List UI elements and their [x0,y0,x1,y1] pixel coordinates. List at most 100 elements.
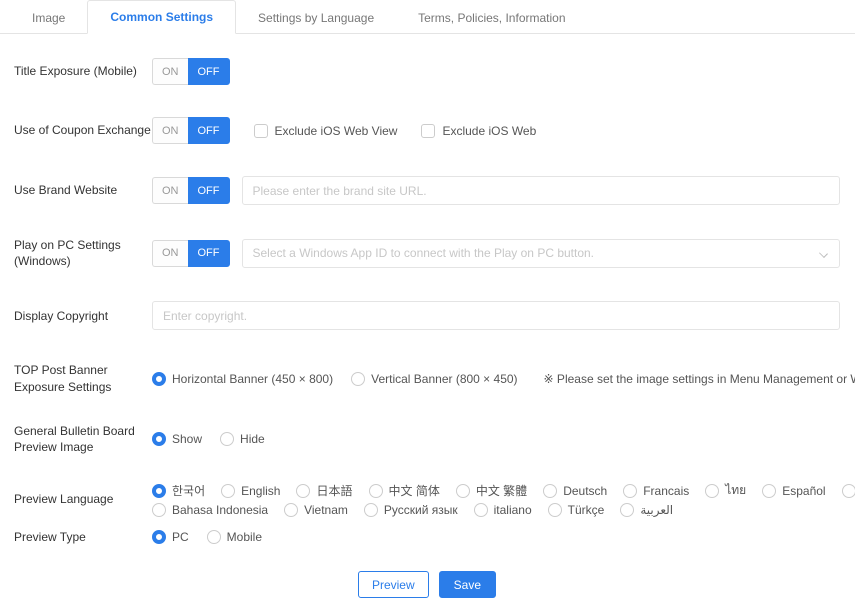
language-radio-german[interactable]: Deutsch [543,484,607,498]
tab-image[interactable]: Image [10,2,87,34]
mobile-radio[interactable]: Mobile [207,530,262,544]
radio-label: 中文 简体 [389,482,440,499]
language-radio-french[interactable]: Francais [623,484,689,498]
radio-unselected-icon [296,484,310,498]
radio-selected-icon [152,432,166,446]
toggle-on-button[interactable]: ON [152,177,188,204]
radio-label: 中文 繁體 [476,482,527,499]
row-title-exposure: Title Exposure (Mobile) ON OFF [14,58,840,85]
language-line-1: 한국어 English 日本語 中文 简体 [152,481,855,500]
vertical-banner-radio[interactable]: Vertical Banner (800 × 450) [351,372,517,386]
banner-settings-note: ※ Please set the image settings in Menu … [544,372,855,386]
toggle-off-button[interactable]: OFF [188,240,230,267]
radio-unselected-icon [705,484,719,498]
footer-actions: Preview Save [14,571,840,598]
radio-label: PC [172,530,189,544]
radio-label: العربية [640,503,673,517]
radio-unselected-icon [351,372,365,386]
language-radio-japanese[interactable]: 日本語 [296,482,352,499]
radio-unselected-icon [456,484,470,498]
copyright-input[interactable] [152,301,840,330]
radio-label: Show [172,432,202,446]
toggle-off-button[interactable]: OFF [188,177,230,204]
save-button[interactable]: Save [439,571,496,598]
title-exposure-label: Title Exposure (Mobile) [14,63,152,79]
radio-label: Vertical Banner (800 × 450) [371,372,517,386]
checkbox-label: Exclude iOS Web [442,124,536,138]
preview-language-radio-group: 한국어 English 日本語 中文 简体 [152,481,855,517]
radio-label: Vietnam [304,503,348,517]
radio-selected-icon [152,530,166,544]
brand-website-label: Use Brand Website [14,182,152,198]
tab-common-settings[interactable]: Common Settings [87,0,236,34]
radio-unselected-icon [543,484,557,498]
radio-unselected-icon [221,484,235,498]
language-radio-english[interactable]: English [221,484,280,498]
show-radio[interactable]: Show [152,432,202,446]
top-banner-label: TOP Post Banner Exposure Settings [14,362,152,394]
radio-unselected-icon [762,484,776,498]
preview-button[interactable]: Preview [358,571,429,598]
tab-terms-policies-information[interactable]: Terms, Policies, Information [396,2,587,34]
radio-unselected-icon [842,484,855,498]
pc-radio[interactable]: PC [152,530,189,544]
radio-unselected-icon [620,503,634,517]
radio-label: ไทย [725,481,746,500]
row-bulletin-preview-image: General Bulletin Board Preview Image Sho… [14,423,840,455]
exclude-ios-webview-checkbox[interactable]: Exclude iOS Web View [254,124,398,138]
select-placeholder: Select a Windows App ID to connect with … [253,246,595,260]
language-radio-turkish[interactable]: Türkçe [548,503,605,517]
row-brand-website: Use Brand Website ON OFF [14,176,840,205]
radio-label: Español [782,484,825,498]
language-radio-korean[interactable]: 한국어 [152,482,205,499]
brand-site-url-input[interactable] [242,176,841,205]
play-on-pc-label: Play on PC Settings (Windows) [14,237,152,269]
toggle-off-button[interactable]: OFF [188,58,230,85]
language-radio-chinese-traditional[interactable]: 中文 繁體 [456,482,527,499]
radio-label: Русский язык [384,503,458,517]
title-exposure-toggle: ON OFF [152,58,230,85]
radio-unselected-icon [220,432,234,446]
bulletin-preview-label: General Bulletin Board Preview Image [14,423,152,455]
preview-language-label: Preview Language [14,491,152,507]
radio-label: English [241,484,280,498]
tab-settings-by-language[interactable]: Settings by Language [236,2,396,34]
preview-type-label: Preview Type [14,529,152,545]
language-line-2: Bahasa Indonesia Vietnam Русский язык it… [152,503,855,517]
toggle-on-button[interactable]: ON [152,240,188,267]
language-radio-thai[interactable]: ไทย [705,481,746,500]
radio-label: Türkçe [568,503,605,517]
toggle-off-button[interactable]: OFF [188,117,230,144]
language-radio-portuguese[interactable]: Português [842,484,855,498]
radio-unselected-icon [207,530,221,544]
toggle-on-button[interactable]: ON [152,117,188,144]
horizontal-banner-radio[interactable]: Horizontal Banner (450 × 800) [152,372,333,386]
language-radio-italian[interactable]: italiano [474,503,532,517]
radio-unselected-icon [152,503,166,517]
hide-radio[interactable]: Hide [220,432,265,446]
radio-label: Hide [240,432,265,446]
bulletin-preview-radio-group: Show Hide [152,432,265,446]
toggle-on-button[interactable]: ON [152,58,188,85]
checkbox-label: Exclude iOS Web View [275,124,398,138]
play-on-pc-toggle: ON OFF [152,240,230,267]
radio-selected-icon [152,484,166,498]
radio-unselected-icon [623,484,637,498]
brand-website-toggle: ON OFF [152,177,230,204]
language-radio-arabic[interactable]: العربية [620,503,673,517]
row-top-banner-exposure: TOP Post Banner Exposure Settings Horizo… [14,362,840,394]
coupon-exchange-label: Use of Coupon Exchange [14,122,152,138]
row-play-on-pc: Play on PC Settings (Windows) ON OFF Sel… [14,237,840,269]
radio-label: 한국어 [172,482,205,499]
language-radio-chinese-simplified[interactable]: 中文 简体 [369,482,440,499]
language-radio-vietnamese[interactable]: Vietnam [284,503,348,517]
language-radio-indonesian[interactable]: Bahasa Indonesia [152,503,268,517]
radio-unselected-icon [364,503,378,517]
language-radio-spanish[interactable]: Español [762,484,825,498]
common-settings-form: Title Exposure (Mobile) ON OFF Use of Co… [0,34,855,598]
language-radio-russian[interactable]: Русский язык [364,503,458,517]
windows-app-id-select[interactable]: Select a Windows App ID to connect with … [242,239,841,268]
exclude-ios-web-checkbox[interactable]: Exclude iOS Web [421,124,536,138]
radio-label: 日本語 [316,482,352,499]
radio-unselected-icon [548,503,562,517]
